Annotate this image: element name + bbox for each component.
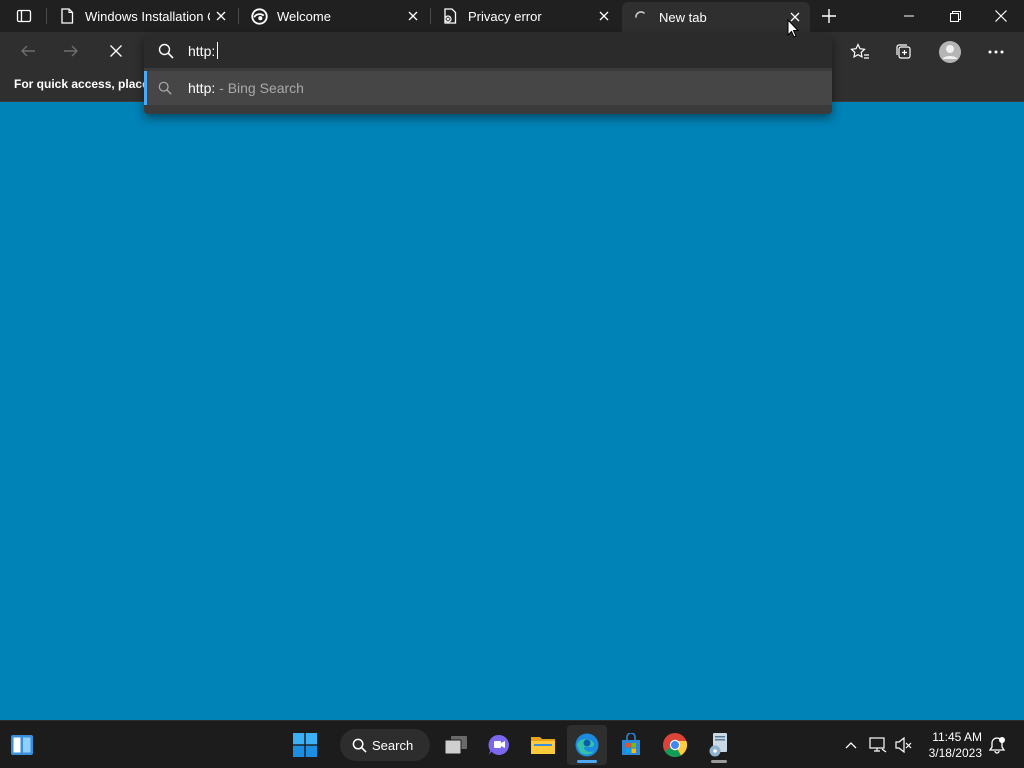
tab-title: Welcome	[277, 8, 331, 24]
close-icon	[995, 10, 1007, 22]
suggestion-text: http: - Bing Search	[188, 80, 304, 96]
minimize-button[interactable]	[886, 0, 932, 32]
close-icon	[216, 11, 226, 21]
tab-title: Windows Installation C…	[85, 8, 210, 24]
loading-spinner-icon	[632, 8, 650, 26]
tab-close-button[interactable]	[402, 5, 424, 27]
tab-separator	[238, 8, 239, 24]
clock-time: 11:45 AM	[932, 730, 982, 744]
search-icon	[158, 43, 174, 59]
close-icon	[599, 11, 609, 21]
store-button[interactable]	[611, 725, 651, 765]
selection-indicator	[144, 71, 147, 105]
tab-close-button[interactable]	[210, 5, 232, 27]
new-tab-button[interactable]	[818, 5, 840, 27]
search-icon	[352, 738, 367, 753]
tab-separator	[46, 8, 47, 24]
taskbar-search-label: Search	[372, 737, 414, 753]
tab-privacy-error[interactable]: Privacy error	[431, 0, 619, 32]
plus-icon	[822, 9, 836, 23]
address-bar-dropdown: http: - Bing Search	[144, 34, 832, 114]
clock-date: 3/18/2023	[928, 746, 982, 760]
more-options-icon	[988, 50, 1004, 54]
network-button[interactable]	[868, 735, 888, 755]
error-document-icon	[441, 7, 459, 25]
arrow-right-icon	[64, 45, 78, 57]
restore-button[interactable]	[932, 0, 978, 32]
collections-icon	[896, 44, 911, 59]
back-button[interactable]	[12, 35, 44, 67]
arrow-left-icon	[21, 45, 35, 57]
edge-taskbar-button[interactable]	[567, 725, 607, 765]
forward-button[interactable]	[55, 35, 87, 67]
document-icon	[58, 7, 76, 25]
chrome-button[interactable]	[655, 725, 695, 765]
close-icon	[408, 11, 418, 21]
volume-button[interactable]	[894, 735, 914, 755]
tab-title: New tab	[659, 9, 707, 25]
favorites-bar-hint: For quick access, place y	[14, 77, 159, 91]
close-icon	[110, 45, 122, 57]
taskbar-search[interactable]: Search	[340, 729, 430, 761]
active-app-indicator	[577, 760, 597, 763]
minimize-icon	[904, 15, 914, 17]
favorites-button[interactable]	[847, 39, 873, 65]
store-icon	[622, 733, 640, 755]
chat-button[interactable]	[479, 725, 519, 765]
mouse-cursor-icon	[787, 19, 799, 38]
chevron-up-icon	[845, 742, 857, 749]
restore-icon	[949, 10, 961, 22]
text-caret	[217, 42, 218, 59]
volume-muted-icon	[895, 737, 912, 753]
network-icon	[869, 737, 887, 753]
widgets-icon	[11, 735, 33, 755]
start-icon	[293, 733, 317, 757]
address-bar[interactable]	[144, 34, 832, 68]
edge-icon	[575, 733, 599, 757]
browser-titlebar: Windows Installation C… Welcome Privacy …	[0, 0, 1024, 32]
tab-title: Privacy error	[468, 8, 542, 24]
tab-close-button[interactable]	[593, 5, 615, 27]
installer-button[interactable]	[699, 725, 739, 765]
taskbar-clock[interactable]: 11:45 AM 3/18/2023	[929, 729, 982, 761]
tab-windows-installation[interactable]: Windows Installation C…	[48, 0, 236, 32]
avatar-icon	[939, 41, 961, 63]
stop-loading-button[interactable]	[100, 35, 132, 67]
page-content[interactable]	[0, 103, 1024, 720]
profile-button[interactable]	[937, 39, 963, 65]
taskbar: Search 11:45 AM 3/18/2023	[0, 720, 1024, 768]
chrome-icon	[663, 733, 688, 758]
notification-bell-icon	[988, 737, 1006, 754]
task-view-icon	[444, 736, 467, 755]
edge-icon	[250, 7, 268, 25]
file-explorer-button[interactable]	[523, 725, 563, 765]
settings-menu-button[interactable]	[983, 39, 1009, 65]
search-icon	[158, 81, 172, 95]
start-button[interactable]	[285, 725, 325, 765]
suggestion-provider: - Bing Search	[215, 80, 304, 96]
task-view-button[interactable]	[436, 725, 476, 765]
running-app-indicator	[711, 760, 727, 763]
address-input[interactable]	[188, 42, 808, 60]
tab-new-tab[interactable]: New tab	[622, 2, 810, 32]
tab-welcome[interactable]: Welcome	[240, 0, 428, 32]
star-list-icon	[850, 43, 869, 59]
widgets-button[interactable]	[2, 725, 42, 765]
file-explorer-icon	[531, 737, 555, 754]
notifications-button[interactable]	[987, 735, 1007, 755]
teams-chat-icon	[488, 734, 510, 755]
suggestion-query: http:	[188, 80, 216, 96]
close-window-button[interactable]	[978, 0, 1024, 32]
suggestion-bing-search[interactable]: http: - Bing Search	[144, 71, 832, 105]
tab-actions-button[interactable]	[4, 0, 44, 32]
collections-button[interactable]	[891, 39, 917, 65]
show-hidden-icons-button[interactable]	[841, 735, 861, 755]
tab-actions-icon	[16, 9, 32, 23]
installer-icon	[709, 733, 727, 757]
